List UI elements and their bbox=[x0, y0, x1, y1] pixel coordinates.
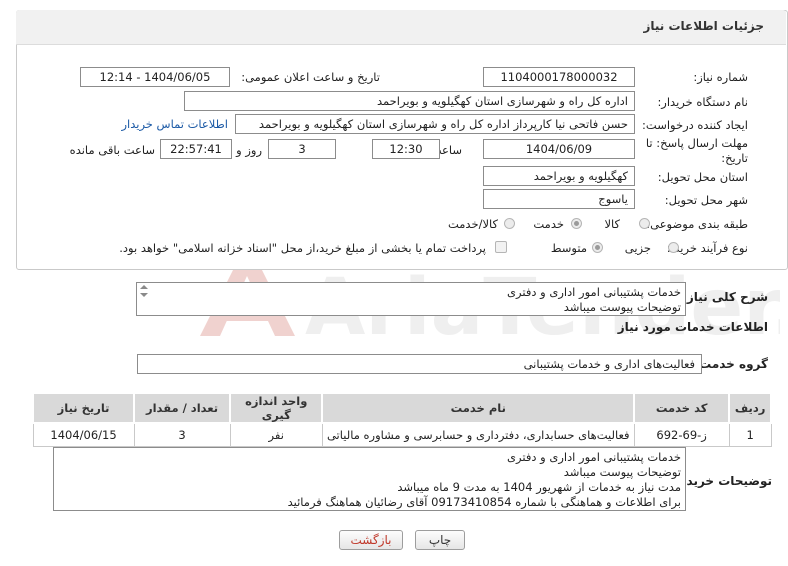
requester-label: ایجاد کننده درخواست: bbox=[642, 118, 748, 132]
category-option-service: خدمت bbox=[533, 217, 564, 231]
province-field[interactable]: کهگیلویه و بویراحمد bbox=[483, 166, 635, 186]
buyer-org-label: نام دستگاه خریدار: bbox=[657, 95, 748, 109]
col-date: تاریخ نیاز bbox=[31, 392, 136, 424]
cell-qty: 3 bbox=[133, 422, 231, 447]
buyer-notes-textarea[interactable]: خدمات پشتیبانی امور اداری و دفتری توضیحا… bbox=[53, 447, 686, 511]
purchase-radio-medium[interactable] bbox=[592, 242, 603, 253]
panel-title: جزئیات اطلاعات نیاز bbox=[643, 19, 764, 33]
remaining-days-field[interactable]: 3 bbox=[268, 139, 336, 159]
deadline-label-line2: تاریخ: bbox=[721, 151, 748, 165]
textarea-scroll-icon[interactable] bbox=[139, 284, 149, 298]
services-table: ردیف کد خدمت نام خدمت واحد اندازه گیری ت… bbox=[31, 392, 772, 447]
cell-row: 1 bbox=[728, 422, 772, 447]
col-code: کد خدمت bbox=[633, 392, 731, 424]
province-label: استان محل تحویل: bbox=[657, 170, 748, 184]
city-label: شهر محل تحویل: bbox=[664, 193, 748, 207]
cell-date: 1404/06/15 bbox=[32, 422, 135, 447]
col-row: ردیف bbox=[728, 392, 772, 424]
col-qty: تعداد / مقدار bbox=[133, 392, 231, 424]
requester-field[interactable]: حسن فاتحی نیا کارپرداز اداره کل راه و شه… bbox=[235, 114, 635, 134]
category-radio-goods-service[interactable] bbox=[504, 218, 515, 229]
cell-name: فعالیت‌های حسابداری، دفترداری و حسابرسی … bbox=[321, 422, 635, 447]
purchase-option-medium: متوسط bbox=[550, 241, 587, 255]
cell-code: ز-69-692 bbox=[633, 422, 730, 447]
deadline-date-field[interactable]: 1404/06/09 bbox=[483, 139, 635, 159]
need-number-field[interactable]: 1104000178000032 bbox=[483, 67, 635, 87]
col-unit: واحد اندازه گیری bbox=[228, 392, 324, 424]
category-option-goods-service: کالا/خدمت bbox=[447, 217, 498, 231]
buyer-contact-link[interactable]: اطلاعات تماس خریدار bbox=[121, 117, 228, 131]
summary-textarea[interactable]: خدمات پشتیبانی امور اداری و دفتری توضیحا… bbox=[136, 282, 686, 316]
remaining-time-label: ساعت باقی مانده bbox=[69, 143, 155, 157]
announce-date-field[interactable]: 1404/06/05 - 12:14 bbox=[80, 67, 230, 87]
table-row[interactable]: 1 ز-69-692 فعالیت‌های حسابداری، دفترداری… bbox=[32, 422, 772, 447]
col-name: نام خدمت bbox=[321, 392, 636, 424]
category-option-goods: کالا bbox=[604, 217, 620, 231]
deadline-time-field[interactable]: 12:30 bbox=[372, 139, 440, 159]
summary-label: شرح کلی نیاز: bbox=[682, 290, 768, 304]
city-field[interactable]: یاسوج bbox=[483, 189, 635, 209]
purchase-radio-minor[interactable] bbox=[668, 242, 679, 253]
need-number-label: شماره نیاز: bbox=[693, 70, 748, 84]
back-button[interactable]: بازگشت bbox=[339, 530, 403, 550]
announce-date-label: تاریخ و ساعت اعلان عمومی: bbox=[241, 70, 380, 84]
services-table-header: ردیف کد خدمت نام خدمت واحد اندازه گیری ت… bbox=[31, 392, 772, 424]
remaining-time-field[interactable]: 22:57:41 bbox=[160, 139, 232, 159]
category-radio-service[interactable] bbox=[571, 218, 582, 229]
buyer-org-field[interactable]: اداره کل راه و شهرسازی استان کهگیلویه و … bbox=[184, 91, 635, 111]
treasury-payment-checkbox[interactable] bbox=[495, 241, 507, 253]
service-group-label: گروه خدمت: bbox=[694, 357, 768, 371]
print-button[interactable]: چاپ bbox=[415, 530, 465, 550]
category-radio-goods[interactable] bbox=[639, 218, 650, 229]
purchase-option-minor: جزیی bbox=[624, 241, 651, 255]
deadline-label-line1: مهلت ارسال پاسخ: تا bbox=[645, 136, 748, 150]
services-section-title: اطلاعات خدمات مورد نیاز bbox=[617, 320, 768, 334]
category-label: طبقه بندی موضوعی: bbox=[646, 217, 748, 231]
cell-unit: نفر bbox=[229, 422, 323, 447]
remaining-days-label: روز و bbox=[236, 143, 262, 157]
service-group-field[interactable]: فعالیت‌های اداری و خدمات پشتیبانی bbox=[137, 354, 702, 374]
treasury-payment-note: پرداخت تمام یا بخشی از مبلغ خرید،از محل … bbox=[119, 241, 486, 255]
